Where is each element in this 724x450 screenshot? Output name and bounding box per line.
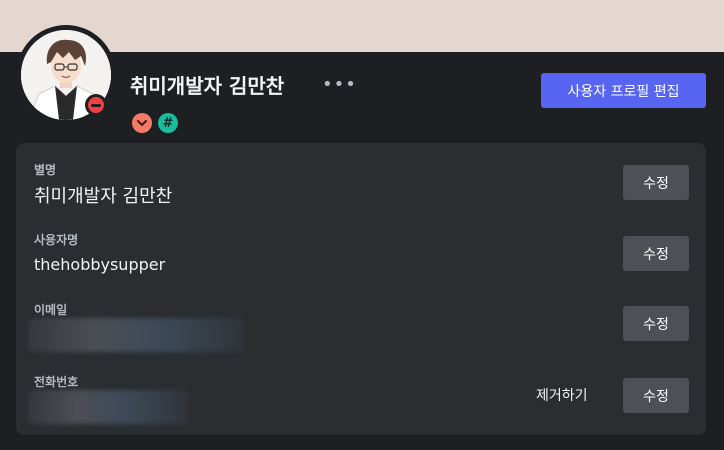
remove-phone-button[interactable]: 제거하기 bbox=[536, 385, 588, 405]
more-options-button[interactable]: ••• bbox=[322, 74, 357, 95]
phone-label: 전화번호 bbox=[34, 375, 79, 389]
edit-phone-button[interactable]: 수정 bbox=[623, 378, 689, 413]
profile-display-name: 취미개발자 김만찬 bbox=[130, 74, 285, 98]
username-label: 사용자명 bbox=[34, 233, 79, 247]
phone-value-blurred bbox=[28, 390, 188, 424]
edit-user-profile-button[interactable]: 사용자 프로필 편집 bbox=[541, 73, 706, 108]
status-dnd-icon bbox=[85, 94, 107, 116]
nickname-label: 별명 bbox=[34, 163, 57, 177]
username-value: thehobbysupper bbox=[34, 255, 166, 274]
edit-email-button[interactable]: 수정 bbox=[623, 306, 689, 341]
hash-badge-icon[interactable]: # bbox=[158, 113, 178, 133]
profile-banner bbox=[0, 0, 724, 52]
badge-list: # bbox=[132, 113, 178, 133]
chevron-down-badge-icon[interactable] bbox=[132, 113, 152, 133]
email-label: 이메일 bbox=[34, 303, 68, 317]
edit-nickname-button[interactable]: 수정 bbox=[623, 165, 689, 200]
edit-username-button[interactable]: 수정 bbox=[623, 236, 689, 271]
email-value-blurred bbox=[28, 318, 244, 352]
nickname-value: 취미개발자 김만찬 bbox=[34, 186, 173, 207]
